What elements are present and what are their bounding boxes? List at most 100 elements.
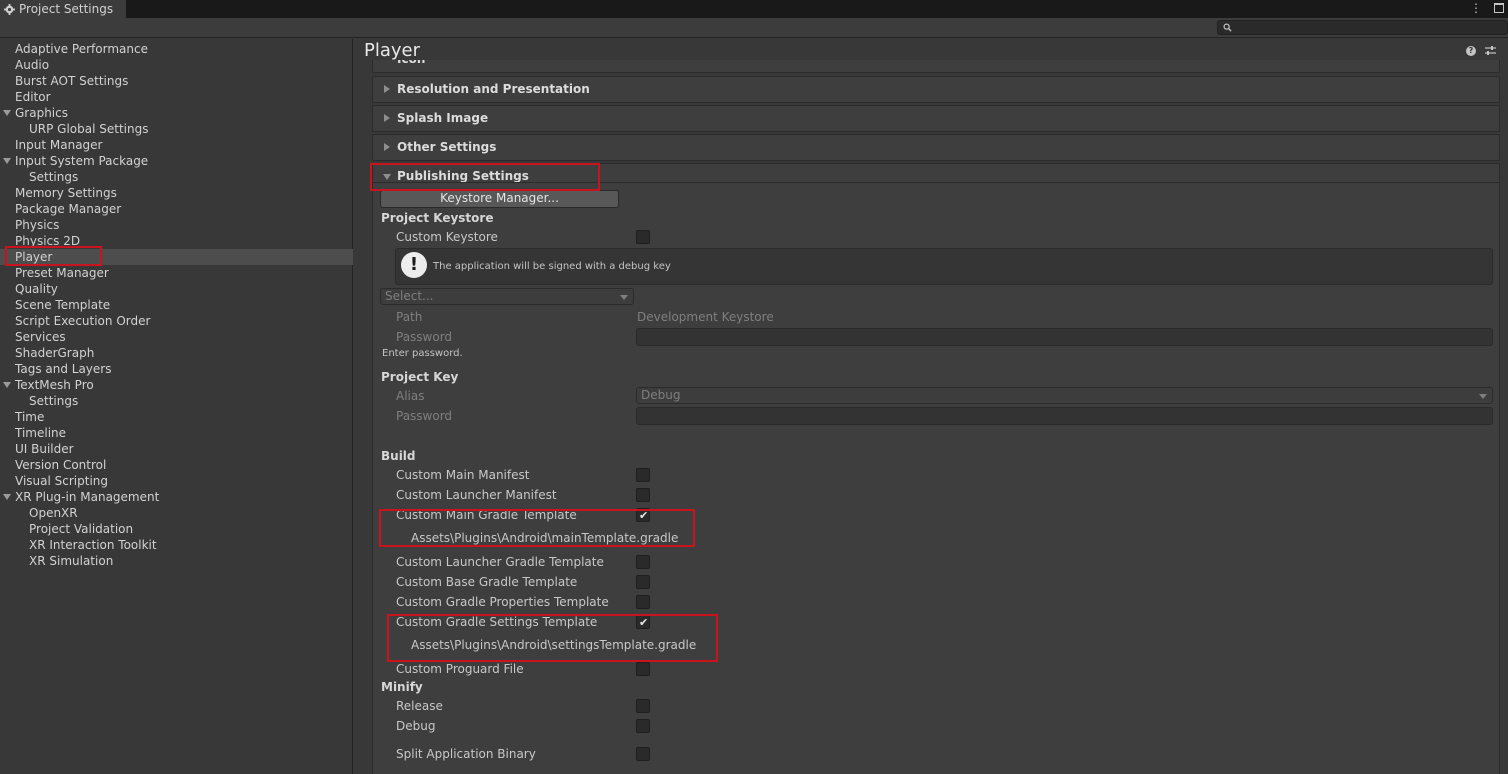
foldout-down-icon (383, 174, 391, 180)
settings-sidebar: Adaptive Performance Audio Burst AOT Set… (0, 39, 353, 774)
custom-proguard-checkbox[interactable] (636, 662, 650, 676)
keystore-select[interactable]: Select... (380, 288, 634, 305)
custom-proguard-label: Custom Proguard File (396, 662, 524, 676)
sidebar-item-version-control[interactable]: Version Control (0, 457, 353, 473)
window-menu-icon[interactable]: ⋮ (1470, 2, 1482, 14)
debug-key-help-box: ! The application will be signed with a … (395, 248, 1493, 285)
maximize-icon[interactable] (1494, 3, 1504, 13)
sidebar-item-input-system-settings[interactable]: Settings (0, 169, 353, 185)
alias-label: Alias (396, 389, 425, 403)
split-binary-label: Split Application Binary (396, 747, 536, 761)
custom-launcher-gradle-label: Custom Launcher Gradle Template (396, 555, 604, 569)
title-bar: Project Settings ⋮ (0, 0, 1508, 18)
main-panel: Player ? Icon Resolution and Presentatio… (354, 39, 1508, 774)
search-icon (1223, 23, 1232, 32)
sidebar-item-ui-builder[interactable]: UI Builder (0, 441, 353, 457)
sidebar-item-input-system-package[interactable]: Input System Package (0, 153, 353, 169)
sidebar-item-script-execution-order[interactable]: Script Execution Order (0, 313, 353, 329)
password-label: Password (396, 330, 453, 344)
page-title: Player (364, 40, 421, 61)
sidebar-item-services[interactable]: Services (0, 329, 353, 345)
custom-base-gradle-checkbox[interactable] (636, 575, 650, 589)
foldout-down-icon[interactable] (3, 494, 11, 500)
foldout-right-icon (384, 143, 390, 151)
debug-key-message: The application will be signed with a de… (433, 261, 671, 272)
sidebar-item-graphics[interactable]: Graphics (0, 105, 353, 121)
custom-main-manifest-checkbox[interactable] (636, 468, 650, 482)
foldout-down-icon[interactable] (3, 382, 11, 388)
dropdown-caret-icon (1479, 394, 1487, 399)
sidebar-item-physics[interactable]: Physics (0, 217, 353, 233)
sidebar-item-scene-template[interactable]: Scene Template (0, 297, 353, 313)
project-keystore-heading: Project Keystore (381, 211, 494, 225)
foldout-down-icon[interactable] (3, 110, 11, 116)
sidebar-item-textmesh-pro[interactable]: TextMesh Pro (0, 377, 353, 393)
keystore-password-field[interactable] (636, 328, 1493, 346)
sidebar-item-tags-and-layers[interactable]: Tags and Layers (0, 361, 353, 377)
sidebar-item-editor[interactable]: Editor (0, 89, 353, 105)
toolbar (0, 18, 1508, 38)
sidebar-item-xr-simulation[interactable]: XR Simulation (0, 553, 353, 569)
custom-keystore-checkbox[interactable] (636, 230, 650, 244)
custom-gradle-properties-checkbox[interactable] (636, 595, 650, 609)
sidebar-item-textmesh-settings[interactable]: Settings (0, 393, 353, 409)
foldout-right-icon (384, 85, 390, 93)
custom-main-gradle-checkbox[interactable]: ✔ (636, 508, 650, 522)
window-title: Project Settings (19, 2, 114, 16)
sidebar-item-audio[interactable]: Audio (0, 57, 353, 73)
section-other-settings[interactable]: Other Settings (372, 134, 1500, 161)
sidebar-item-visual-scripting[interactable]: Visual Scripting (0, 473, 353, 489)
custom-launcher-gradle-checkbox[interactable] (636, 555, 650, 569)
sidebar-item-preset-manager[interactable]: Preset Manager (0, 265, 353, 281)
keystore-manager-button[interactable]: Keystore Manager... (380, 190, 619, 208)
sidebar-item-xr-interaction-toolkit[interactable]: XR Interaction Toolkit (0, 537, 353, 553)
section-resolution[interactable]: Resolution and Presentation (372, 76, 1500, 103)
custom-gradle-settings-checkbox[interactable]: ✔ (636, 615, 650, 629)
custom-main-manifest-label: Custom Main Manifest (396, 468, 530, 482)
sidebar-item-adaptive-performance[interactable]: Adaptive Performance (0, 41, 353, 57)
publishing-settings-body: Keystore Manager... Project Keystore Cus… (372, 182, 1500, 774)
sidebar-item-openxr[interactable]: OpenXR (0, 505, 353, 521)
minify-debug-label: Debug (396, 719, 436, 733)
custom-main-gradle-label: Custom Main Gradle Template (396, 508, 577, 522)
foldout-down-icon[interactable] (3, 158, 11, 164)
preset-settings-icon[interactable] (1485, 46, 1496, 56)
sidebar-item-quality[interactable]: Quality (0, 281, 353, 297)
sidebar-item-player[interactable]: Player (0, 249, 353, 265)
window-tab[interactable]: Project Settings (0, 0, 126, 18)
main-gradle-path: Assets\Plugins\Android\mainTemplate.grad… (411, 531, 679, 545)
gradle-settings-path: Assets\Plugins\Android\settingsTemplate.… (411, 638, 697, 652)
warning-icon: ! (401, 252, 427, 278)
search-input[interactable] (1217, 20, 1508, 35)
inspector-content[interactable]: Icon Resolution and Presentation Splash … (354, 60, 1508, 774)
split-binary-checkbox[interactable] (636, 747, 650, 761)
sidebar-item-time[interactable]: Time (0, 409, 353, 425)
sidebar-item-physics-2d[interactable]: Physics 2D (0, 233, 353, 249)
minify-debug-checkbox[interactable] (636, 719, 650, 733)
gear-icon (4, 3, 15, 15)
sidebar-item-timeline[interactable]: Timeline (0, 425, 353, 441)
sidebar-item-project-validation[interactable]: Project Validation (0, 521, 353, 537)
alias-select[interactable]: Debug (636, 387, 1493, 404)
sidebar-item-package-manager[interactable]: Package Manager (0, 201, 353, 217)
custom-launcher-manifest-label: Custom Launcher Manifest (396, 488, 557, 502)
sidebar-item-urp-global-settings[interactable]: URP Global Settings (0, 121, 353, 137)
custom-launcher-manifest-checkbox[interactable] (636, 488, 650, 502)
sidebar-item-shadergraph[interactable]: ShaderGraph (0, 345, 353, 361)
sidebar-item-xr-plugin-management[interactable]: XR Plug-in Management (0, 489, 353, 505)
section-icon[interactable]: Icon (372, 60, 1500, 73)
custom-gradle-settings-label: Custom Gradle Settings Template (396, 615, 598, 629)
sidebar-item-memory-settings[interactable]: Memory Settings (0, 185, 353, 201)
minify-heading: Minify (381, 680, 423, 694)
build-heading: Build (381, 449, 416, 463)
key-password-field[interactable] (636, 407, 1493, 425)
dropdown-caret-icon (620, 295, 628, 300)
foldout-right-icon (384, 114, 390, 122)
custom-keystore-label: Custom Keystore (396, 230, 498, 244)
custom-gradle-properties-label: Custom Gradle Properties Template (396, 595, 609, 609)
help-icon[interactable]: ? (1466, 46, 1476, 56)
sidebar-item-input-manager[interactable]: Input Manager (0, 137, 353, 153)
sidebar-item-burst-aot[interactable]: Burst AOT Settings (0, 73, 353, 89)
section-splash-image[interactable]: Splash Image (372, 105, 1500, 132)
minify-release-checkbox[interactable] (636, 699, 650, 713)
